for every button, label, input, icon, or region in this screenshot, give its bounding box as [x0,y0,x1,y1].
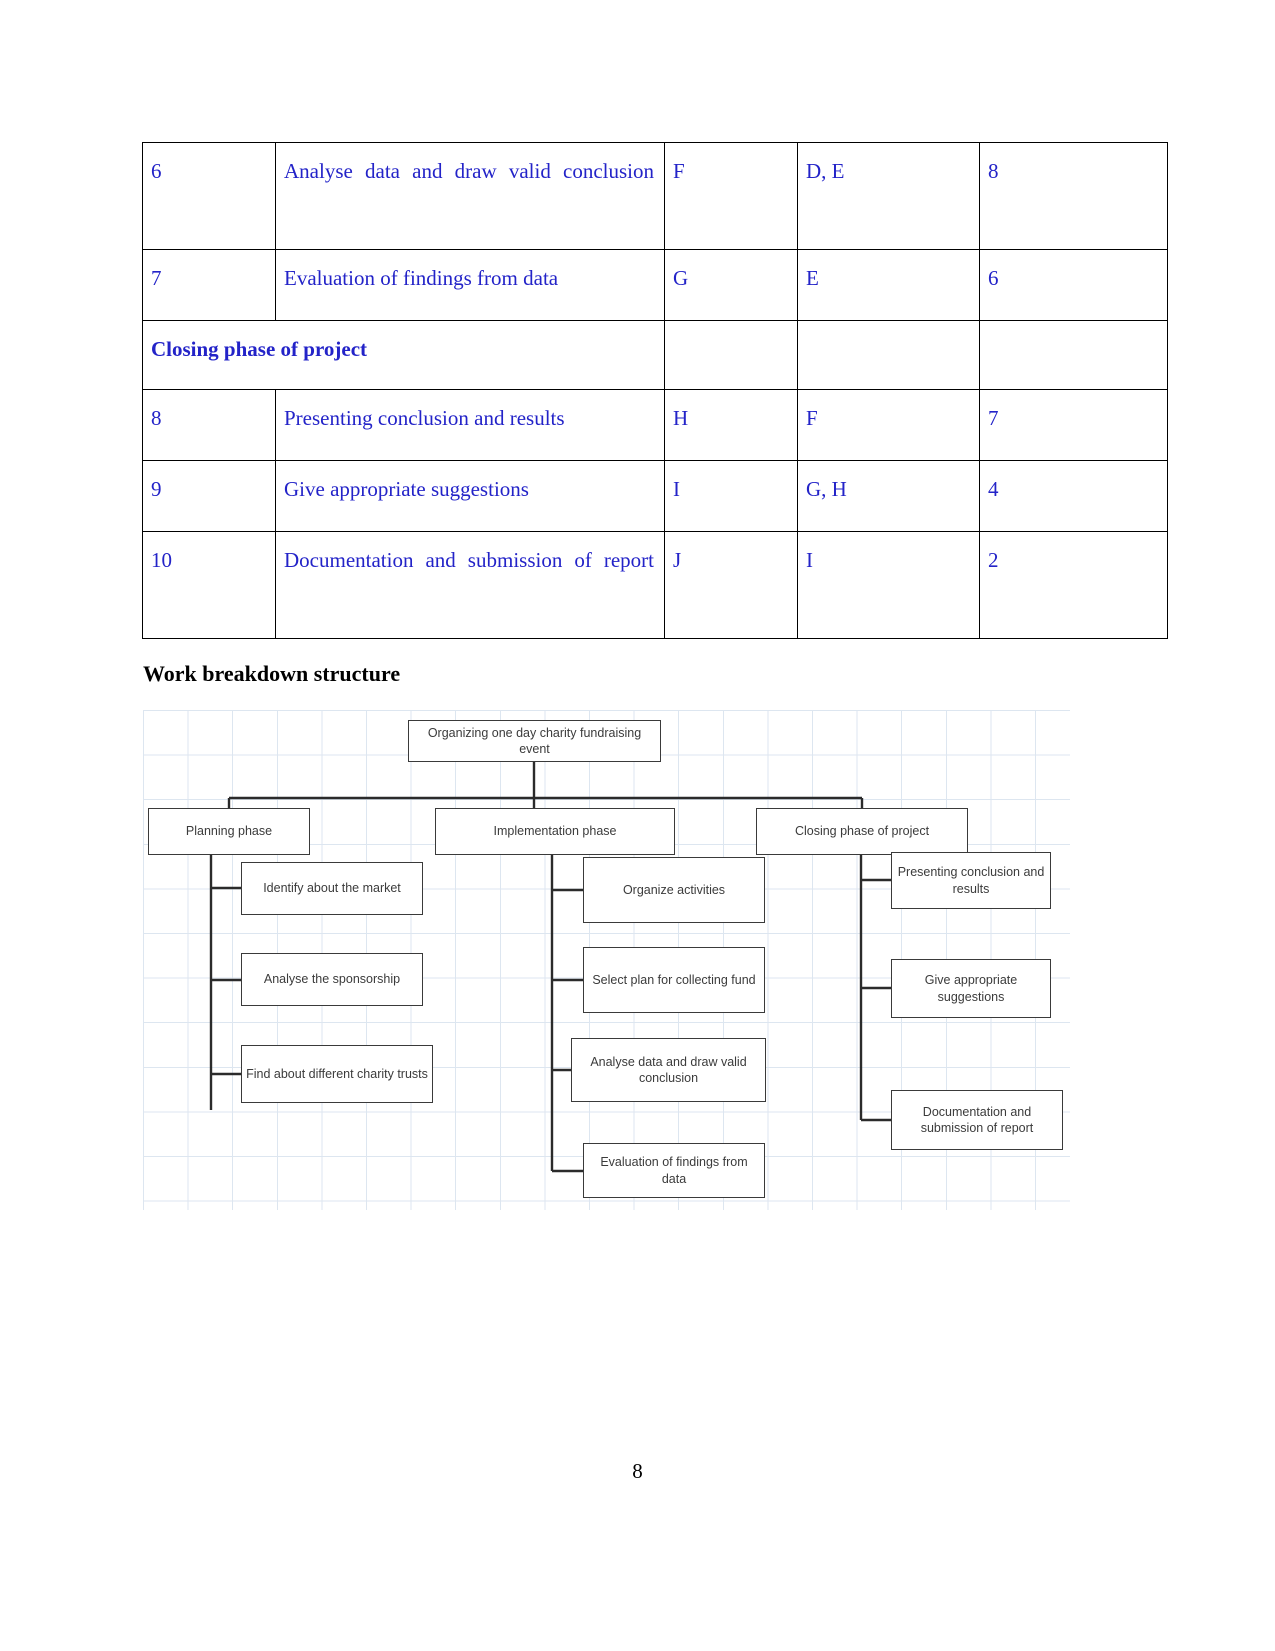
task-table: 6 Analyse data and draw valid conclusion… [142,142,1168,639]
wbs-task-node: Documentation and submission of report [891,1090,1063,1150]
cell-duration: 7 [979,389,1168,461]
wbs-heading: Work breakdown structure [143,661,401,686]
cell-task: Analyse data and draw valid conclusion [275,142,665,250]
cell-predecessor: F [797,389,980,461]
cell-duration: 4 [979,460,1168,532]
cell-predecessor: I [797,531,980,639]
wbs-task-node: Select plan for collecting fund [583,947,765,1013]
table-row: 7 Evaluation of findings from data G E 6 [142,249,1168,321]
table-row: 6 Analyse data and draw valid conclusion… [142,142,1168,250]
wbs-phase-implementation: Implementation phase [435,808,675,855]
wbs-task-node: Find about different charity trusts [241,1045,433,1103]
cell-predecessor: E [797,249,980,321]
cell-code: F [664,142,798,250]
cell-id: 9 [142,460,276,532]
cell-duration-empty [979,320,1168,390]
cell-code: I [664,460,798,532]
cell-predecessor-empty [797,320,980,390]
wbs-task-node: Organize activities [583,857,765,923]
cell-code: H [664,389,798,461]
wbs-diagram: Organizing one day charity fundraising e… [143,710,1070,1210]
table-row: 8 Presenting conclusion and results H F … [142,389,1168,461]
cell-code: J [664,531,798,639]
wbs-task-node: Give appropriate suggestions [891,959,1051,1018]
cell-code: G [664,249,798,321]
cell-task: Documentation and submission of report [275,531,665,639]
wbs-task-node: Identify about the market [241,862,423,915]
table-row: 10 Documentation and submission of repor… [142,531,1168,639]
cell-predecessor: D, E [797,142,980,250]
wbs-task-node: Analyse the sponsorship [241,953,423,1006]
cell-code-empty [664,320,798,390]
table-row: 9 Give appropriate suggestions I G, H 4 [142,460,1168,532]
cell-task: Presenting conclusion and results [275,389,665,461]
wbs-root-node: Organizing one day charity fundraising e… [408,720,661,762]
cell-predecessor: G, H [797,460,980,532]
wbs-task-node: Evaluation of findings from data [583,1143,765,1198]
wbs-task-node: Presenting conclusion and results [891,852,1051,909]
wbs-phase-closing: Closing phase of project [756,808,968,855]
cell-task: Give appropriate suggestions [275,460,665,532]
cell-task: Evaluation of findings from data [275,249,665,321]
cell-id: 8 [142,389,276,461]
cell-id: 10 [142,531,276,639]
task-table-container: 6 Analyse data and draw valid conclusion… [142,142,1168,639]
cell-duration: 2 [979,531,1168,639]
cell-duration: 6 [979,249,1168,321]
cell-id: 7 [142,249,276,321]
wbs-task-node: Analyse data and draw valid conclusion [571,1038,766,1102]
page-number: 8 [632,1459,643,1483]
table-row-phase: Closing phase of project [142,320,1168,390]
wbs-phase-planning: Planning phase [148,808,310,855]
cell-id: 6 [142,142,276,250]
cell-phase-title: Closing phase of project [142,320,665,390]
cell-duration: 8 [979,142,1168,250]
